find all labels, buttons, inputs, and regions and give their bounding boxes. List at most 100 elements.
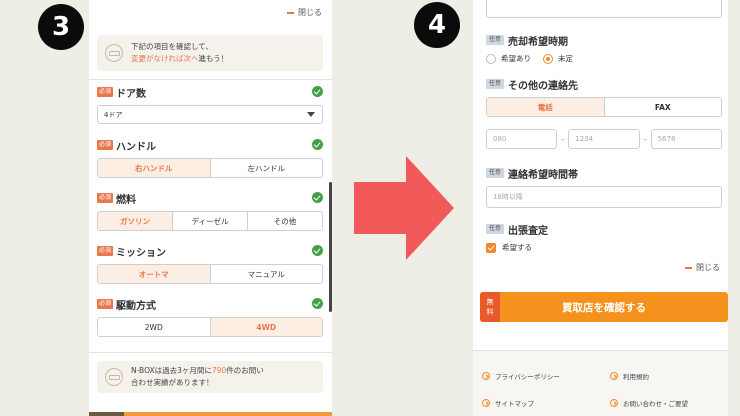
contact-type-options: 電話 FAX	[486, 97, 722, 117]
radio-icon	[486, 53, 496, 64]
option-other-fuel[interactable]: その他	[248, 212, 322, 230]
footer-links: プライバシーポリシー 利用規約 サイトマップ お問い合わせ・ご要望	[473, 350, 728, 416]
option-gasoline[interactable]: ガソリン	[98, 212, 173, 230]
other-contact-field: 任意 その他の連絡先 電話 FAX 080 - 1234 - 5678	[486, 77, 722, 149]
contact-time-input[interactable]: 18時以降	[486, 186, 722, 208]
option-manual[interactable]: マニュアル	[210, 265, 322, 283]
phone-part3-input[interactable]: 5678	[650, 129, 722, 149]
check-icon	[312, 298, 323, 309]
handle-title: ハンドル	[116, 141, 157, 153]
contact-time-field: 任意 連絡希望時間帯 18時以降	[486, 166, 722, 208]
chevron-circle-icon	[482, 372, 490, 380]
notice-rest: 進もう！	[198, 54, 229, 63]
stats-part1: N-BOXは過去3ヶ月間に	[131, 366, 212, 375]
phone-part2-input[interactable]: 1234	[568, 129, 640, 149]
link-sitemap[interactable]: サイトマップ	[482, 398, 534, 408]
phone-part1-input[interactable]: 080	[486, 129, 558, 149]
visit-checkbox[interactable]: 希望する	[486, 242, 722, 253]
option-automatic[interactable]: オートマ	[98, 265, 211, 283]
close-label: 閉じる	[696, 263, 720, 272]
check-icon	[312, 86, 323, 97]
cta-label: 買取店を確認する	[562, 301, 646, 314]
divider	[89, 352, 332, 353]
separator: -	[561, 134, 565, 144]
fuel-options: ガソリン ディーゼル その他	[97, 211, 323, 231]
check-icon	[312, 192, 323, 203]
link-contact[interactable]: お問い合わせ・ご要望	[610, 398, 688, 408]
option-phone[interactable]: 電話	[487, 98, 605, 116]
option-4wd[interactable]: 4WD	[210, 318, 322, 336]
minus-icon	[287, 11, 294, 14]
dropdown-arrow-icon	[307, 112, 315, 117]
optional-tag: 任意	[486, 224, 505, 234]
mission-options: オートマ マニュアル	[97, 264, 323, 284]
close-toggle[interactable]: 閉じる	[685, 262, 720, 273]
chevron-circle-icon	[482, 399, 490, 407]
handle-options: 右ハンドル 左ハンドル	[97, 158, 323, 178]
drive-title: 駆動方式	[116, 300, 157, 312]
checkbox-checked-icon	[486, 242, 496, 253]
check-icon	[312, 245, 323, 256]
drive-field: 必須 駆動方式 2WD 4WD	[97, 297, 323, 337]
mission-title: ミッション	[116, 247, 167, 259]
link-label: サイトマップ	[495, 400, 534, 408]
optional-tag: 任意	[486, 35, 505, 45]
required-tag: 必須	[97, 140, 114, 150]
stats-part2: 件のお問い	[226, 366, 264, 375]
option-right-handle[interactable]: 右ハンドル	[98, 159, 211, 177]
free-badge-line2: 料	[486, 308, 494, 316]
notice-line1: 下記の項目を確認して、	[131, 42, 213, 51]
door-select[interactable]: 4ドア	[97, 105, 323, 124]
door-title: ドア数	[116, 88, 147, 100]
check-icon	[312, 139, 323, 150]
vehicle-details-panel: 閉じる 下記の項目を確認して、 変更がなければ次へ進もう！ 必須 ドア数 4ドア…	[89, 0, 332, 416]
contact-preferences-panel: 任意 売却希望時期 希望あり 未定 任意 その他の連絡先 電話 FAX 080 …	[473, 0, 728, 416]
sell-timing-title: 売却希望時期	[508, 36, 569, 48]
sell-timing-field: 任意 売却希望時期 希望あり 未定	[486, 33, 722, 64]
door-field: 必須 ドア数 4ドア	[97, 85, 323, 124]
close-toggle[interactable]: 閉じる	[287, 7, 322, 18]
radio-label: 希望あり	[501, 54, 531, 63]
contact-time-title: 連絡希望時間帯	[508, 169, 579, 181]
notice-next-text: 変更がなければ次へ	[131, 54, 199, 63]
link-terms[interactable]: 利用規約	[610, 371, 649, 381]
option-2wd[interactable]: 2WD	[98, 318, 211, 336]
fuel-field: 必須 燃料 ガソリン ディーゼル その他	[97, 191, 323, 231]
option-left-handle[interactable]: 左ハンドル	[210, 159, 322, 177]
next-step-arrow-icon	[354, 156, 454, 260]
separator: -	[643, 134, 647, 144]
mission-field: 必須 ミッション オートマ マニュアル	[97, 244, 323, 284]
visit-appraisal-field: 任意 出張査定 希望する	[486, 222, 722, 253]
required-tag: 必須	[97, 87, 114, 97]
progress-bar	[89, 412, 332, 416]
radio-selected-icon	[543, 53, 553, 64]
link-label: プライバシーポリシー	[495, 373, 560, 381]
car-icon	[105, 368, 123, 386]
radio-has-preference[interactable]: 希望あり	[486, 53, 531, 64]
link-privacy[interactable]: プライバシーポリシー	[482, 371, 560, 381]
close-label: 閉じる	[298, 8, 322, 17]
drive-options: 2WD 4WD	[97, 317, 323, 337]
step-4-badge: 4	[414, 2, 460, 48]
free-badge-line1: 無	[486, 298, 494, 306]
door-value: 4ドア	[104, 110, 123, 119]
required-tag: 必須	[97, 299, 114, 309]
radio-undecided[interactable]: 未定	[543, 53, 573, 64]
fuel-title: 燃料	[116, 194, 137, 206]
link-label: 利用規約	[623, 373, 649, 381]
option-fax[interactable]: FAX	[604, 98, 721, 116]
inquiry-stats-note: N-BOXは過去3ヶ月間に790件のお問い 合わせ実績があります！	[97, 361, 323, 393]
chevron-circle-icon	[610, 372, 618, 380]
stats-count: 790	[211, 366, 227, 375]
optional-tag: 任意	[486, 79, 505, 89]
scrollbar[interactable]	[329, 182, 332, 312]
required-tag: 必須	[97, 246, 114, 256]
handle-field: 必須 ハンドル 右ハンドル 左ハンドル	[97, 138, 323, 178]
progress-fill	[89, 412, 124, 416]
previous-input[interactable]	[486, 0, 722, 18]
option-diesel[interactable]: ディーゼル	[173, 212, 248, 230]
confirm-buyer-button[interactable]: 無 料 買取店を確認する	[480, 292, 728, 322]
divider	[89, 79, 332, 80]
optional-tag: 任意	[486, 168, 505, 178]
visit-title: 出張査定	[508, 225, 549, 237]
